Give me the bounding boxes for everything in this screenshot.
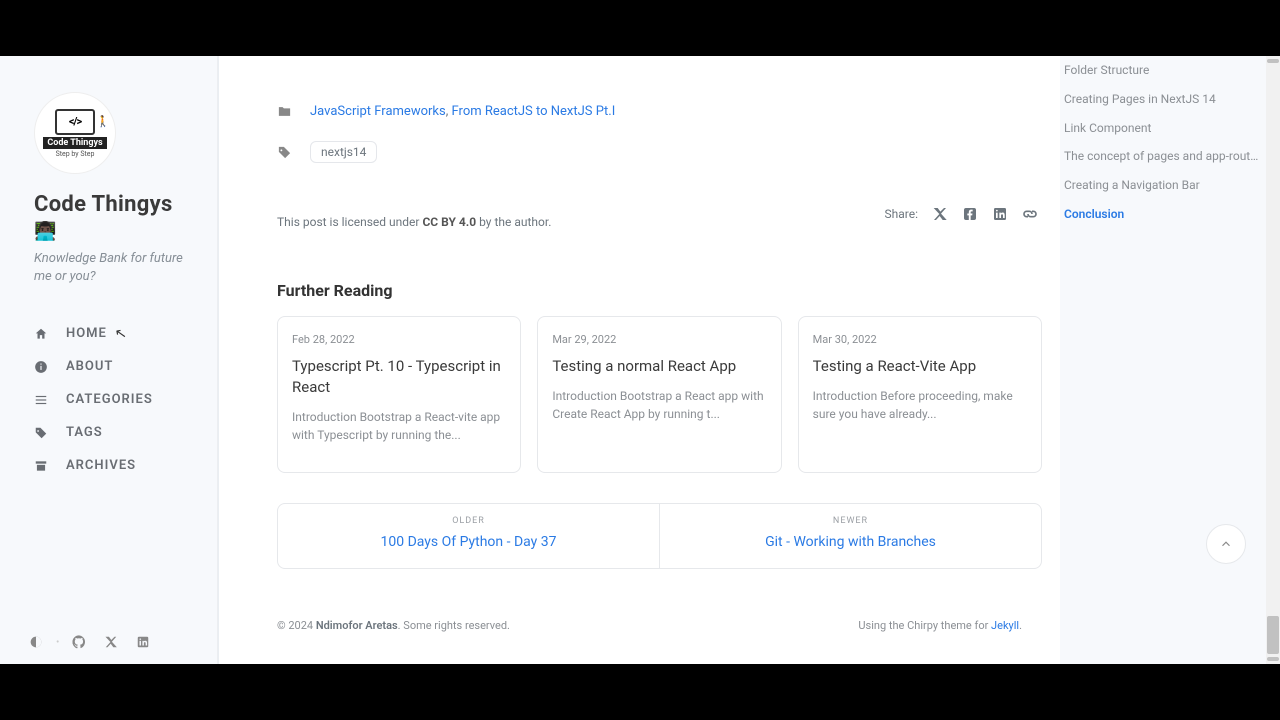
newer-label: NEWER [676,516,1025,526]
x-icon[interactable] [103,634,119,650]
site-tagline: Knowledge Bank for future me or you? [34,250,201,286]
card-1-date: Feb 28, 2022 [292,333,506,346]
scrollbar-down-icon[interactable] [1267,657,1279,661]
nav-about-label: ABOUT [66,359,113,374]
older-post[interactable]: OLDER 100 Days Of Python - Day 37 [278,504,659,568]
footer-author: Ndimofor Aretas [316,619,398,632]
footer-copy: © 2024 Ndimofor Aretas. Some rights rese… [277,619,510,632]
card-1[interactable]: Feb 28, 2022 Typescript Pt. 10 - Typescr… [277,316,521,473]
card-1-desc: Introduction Bootstrap a React-vite app … [292,408,506,444]
letterbox-top [0,0,1280,56]
theme-toggle-icon[interactable] [28,634,44,650]
icon-separator: • [56,637,59,648]
info-icon [34,360,48,374]
category-row: JavaScript Frameworks, From ReactJS to N… [277,104,1042,119]
card-1-title: Typescript Pt. 10 - Typescript in React [292,356,506,398]
table-of-contents: Folder Structure Creating Pages in NextJ… [1060,56,1280,664]
toc-item-1[interactable]: Creating Pages in NextJS 14 [1064,85,1264,114]
card-2-date: Mar 29, 2022 [552,333,766,346]
footer: © 2024 Ndimofor Aretas. Some rights rese… [277,619,1042,632]
home-icon [34,327,48,341]
share-linkedin-icon[interactable] [992,206,1008,222]
footer-theme: Using the Chirpy theme for Jekyll. [858,619,1022,632]
tag-chip[interactable]: nextjs14 [310,141,377,163]
logo-figure-icon: 🚶 [96,115,109,128]
jekyll-link[interactable]: Jekyll [991,619,1019,632]
further-reading-title: Further Reading [277,281,1042,300]
toc-item-5[interactable]: Conclusion [1051,200,1264,229]
nav-categories[interactable]: CATEGORIES [34,392,201,407]
logo-subtitle: Step by Step [56,150,95,158]
scrollbar-thumb[interactable] [1267,616,1279,654]
card-3-date: Mar 30, 2022 [813,333,1027,346]
tags-icon [34,426,48,440]
sidebar: </> 🚶 Code Thingys Step by Step Code Thi… [0,56,218,664]
share-x-icon[interactable] [932,206,948,222]
card-3-title: Testing a React-Vite App [813,356,1027,377]
share-label: Share: [885,207,919,221]
older-label: OLDER [294,516,643,526]
share-facebook-icon[interactable] [962,206,978,222]
nav-tags[interactable]: TAGS [34,425,201,440]
linkedin-icon[interactable] [135,634,151,650]
card-2-title: Testing a normal React App [552,356,766,377]
logo-name: Code Thingys [43,137,106,149]
logo-code-box: </> 🚶 [55,109,95,135]
folder-icon [277,104,292,119]
scrollbar-up-icon[interactable] [1267,59,1279,63]
category-links: JavaScript Frameworks, From ReactJS to N… [310,104,615,119]
card-3[interactable]: Mar 30, 2022 Testing a React-Vite App In… [798,316,1042,473]
main-content: JavaScript Frameworks, From ReactJS to N… [218,56,1060,664]
site-title[interactable]: Code Thingys [34,192,201,217]
nav-archives-label: ARCHIVES [66,458,136,473]
github-icon[interactable] [71,634,87,650]
sidebar-bottom-icons: • [28,634,151,650]
card-3-desc: Introduction Before proceeding, make sur… [813,387,1027,423]
nav-archives[interactable]: ARCHIVES [34,458,201,473]
newer-title: Git - Working with Branches [676,534,1025,550]
toc-item-2[interactable]: Link Component [1064,114,1264,143]
further-reading-cards: Feb 28, 2022 Typescript Pt. 10 - Typescr… [277,316,1042,473]
nav-about[interactable]: ABOUT [34,359,201,374]
logo-code: </> [69,115,81,128]
scroll-to-top-button[interactable] [1206,524,1246,564]
category-link-2[interactable]: From ReactJS to NextJS Pt.I [452,104,616,119]
toc-item-0[interactable]: Folder Structure [1064,56,1264,85]
toc-item-3[interactable]: The concept of pages and app-router ... [1064,142,1264,171]
prev-next-nav: OLDER 100 Days Of Python - Day 37 NEWER … [277,503,1042,569]
list-icon [34,393,48,407]
nav-home-label: HOME [66,326,107,341]
cursor-icon: ↖ [114,325,128,343]
nav-categories-label: CATEGORIES [66,392,153,407]
license-link[interactable]: CC BY 4.0 [422,215,476,229]
category-link-1[interactable]: JavaScript Frameworks [310,104,446,119]
letterbox-bottom [0,664,1280,720]
tag-icon [277,145,292,160]
app-viewport: </> 🚶 Code Thingys Step by Step Code Thi… [0,56,1280,664]
site-emoji: 👨🏿‍💻 [34,221,201,242]
sidebar-nav: HOME ABOUT CATEGORIES TAGS ARCHIVES [34,326,201,473]
archive-icon [34,459,48,473]
tag-row: nextjs14 [277,141,1042,163]
share-link-icon[interactable] [1022,206,1038,222]
nav-tags-label: TAGS [66,425,103,440]
older-title: 100 Days Of Python - Day 37 [294,534,643,550]
card-2[interactable]: Mar 29, 2022 Testing a normal React App … [537,316,781,473]
share-bar: Share: [885,206,1039,222]
toc-item-4[interactable]: Creating a Navigation Bar [1064,171,1264,200]
scrollbar[interactable] [1266,56,1280,664]
newer-post[interactable]: NEWER Git - Working with Branches [659,504,1041,568]
card-2-desc: Introduction Bootstrap a React app with … [552,387,766,423]
site-logo[interactable]: </> 🚶 Code Thingys Step by Step [34,92,116,174]
